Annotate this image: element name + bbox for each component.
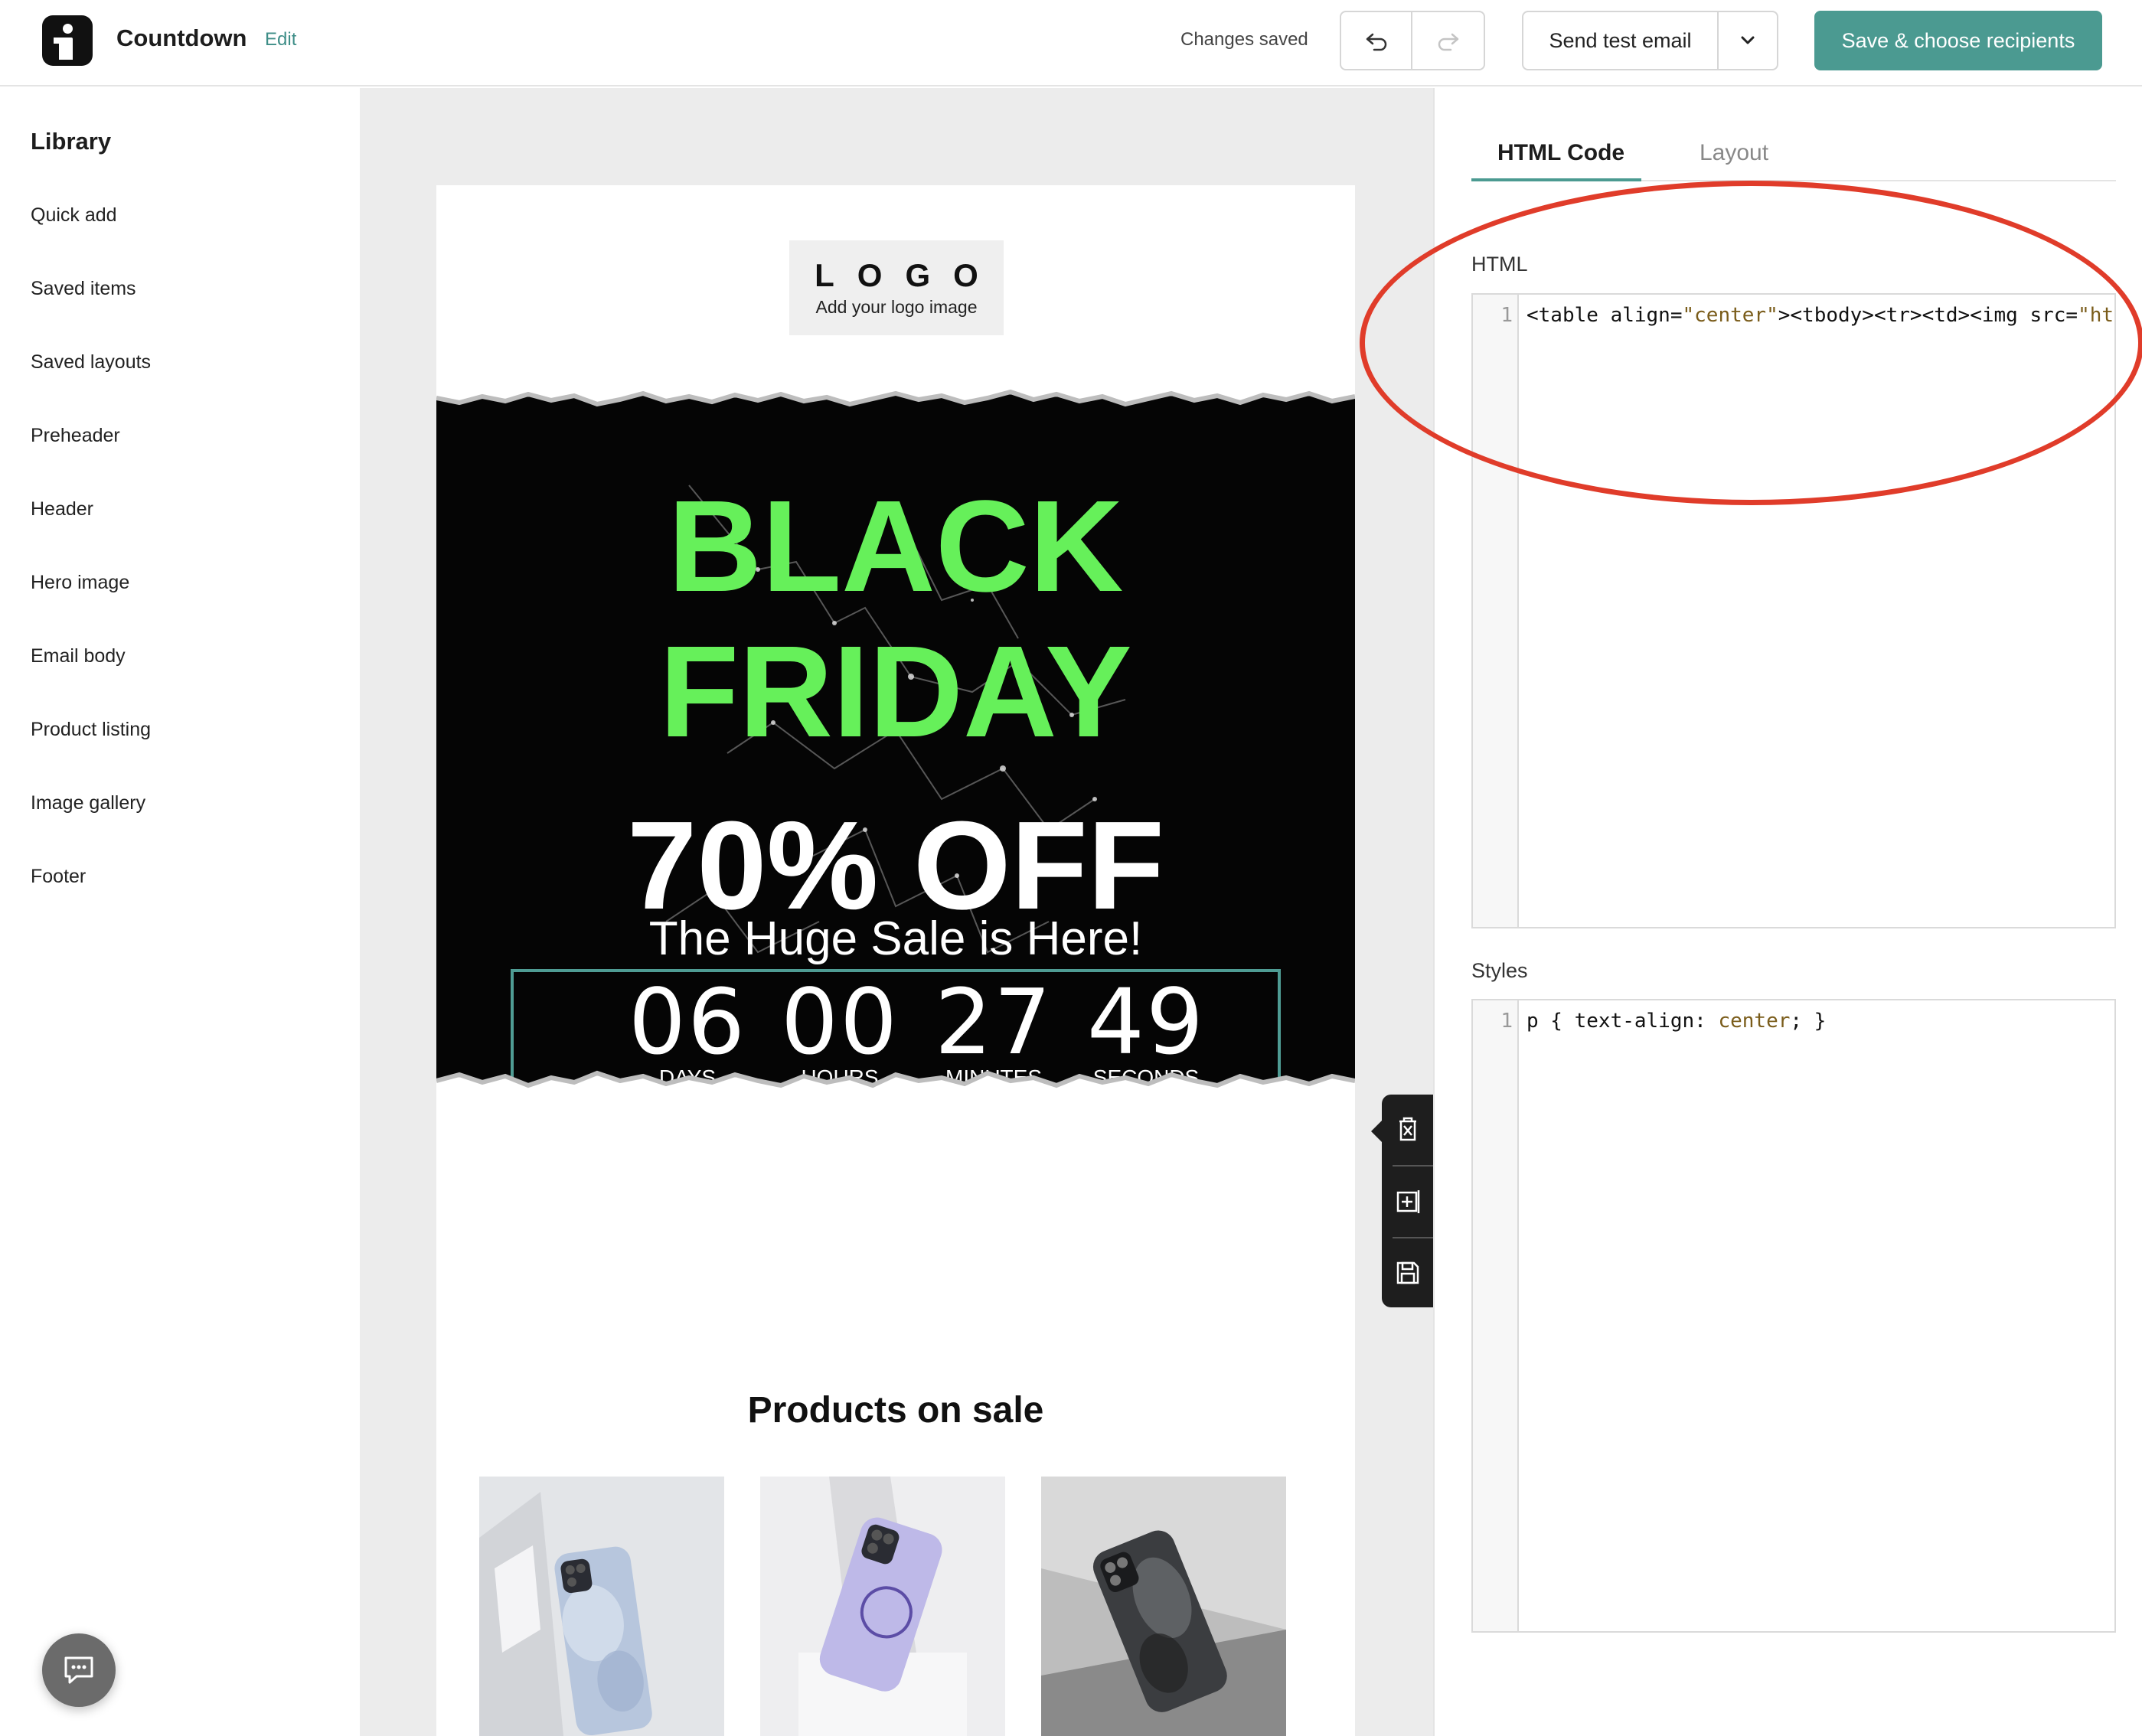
- product-image-1[interactable]: [479, 1477, 724, 1736]
- library-item-image-gallery[interactable]: Image gallery: [31, 792, 145, 814]
- library-item-preheader[interactable]: Preheader: [31, 425, 120, 447]
- countdown-days-value: 06: [628, 969, 747, 1075]
- campaign-title: Countdown: [116, 24, 247, 51]
- product-image-2[interactable]: [760, 1477, 1005, 1736]
- html-code-src-value: "ht: [2078, 304, 2114, 327]
- hero-black-text: BLACK: [668, 474, 1124, 619]
- send-options-dropdown[interactable]: [1719, 12, 1777, 69]
- styles-code-value: center: [1718, 1010, 1791, 1033]
- html-code-align-value: "center": [1682, 304, 1778, 327]
- logo-text: LOGO: [815, 257, 1001, 293]
- chevron-down-icon: [1741, 36, 1755, 44]
- html-line-number: 1: [1500, 304, 1513, 327]
- undo-button[interactable]: [1341, 12, 1412, 69]
- library-sidebar: Library Quick add Saved items Saved layo…: [0, 88, 360, 1736]
- save-choose-recipients-button[interactable]: Save & choose recipients: [1814, 11, 2102, 70]
- hero-block[interactable]: BLACK FRIDAY 70% OFF The Huge Sale is He…: [436, 370, 1355, 1105]
- html-code-line[interactable]: <table align="center"><tbody><tr><td><im…: [1527, 304, 2114, 327]
- library-item-hero-image[interactable]: Hero image: [31, 572, 129, 594]
- html-editor-gutter: 1: [1473, 295, 1519, 927]
- redo-icon: [1438, 33, 1458, 51]
- logo-placeholder[interactable]: LOGO Add your logo image: [789, 240, 1004, 335]
- html-code-editor[interactable]: 1 <table align="center"><tbody><tr><td><…: [1471, 293, 2116, 928]
- countdown-hours-value: 00: [780, 969, 900, 1075]
- top-bar: Countdown Edit Changes saved Send test e…: [0, 0, 2142, 86]
- tab-html-code[interactable]: HTML Code: [1497, 140, 1624, 166]
- send-test-email-button[interactable]: Send test email: [1523, 12, 1719, 69]
- styles-line-number: 1: [1500, 1010, 1513, 1033]
- logo-hint: Add your logo image: [815, 297, 978, 317]
- library-item-footer[interactable]: Footer: [31, 866, 86, 888]
- tab-layout[interactable]: Layout: [1700, 140, 1768, 166]
- torn-paper-bottom: [436, 1070, 1355, 1105]
- countdown-seconds-value: 49: [1086, 969, 1206, 1075]
- block-toolbar: [1371, 1095, 1434, 1307]
- library-item-header[interactable]: Header: [31, 498, 93, 520]
- email-canvas: LOGO Add your logo image BLACK FRIDAY 70…: [360, 88, 1433, 1736]
- chat-button[interactable]: [42, 1633, 116, 1707]
- countdown-minutes-value: 27: [934, 969, 1053, 1075]
- html-section-label: HTML: [1471, 253, 1528, 276]
- edit-title-link[interactable]: Edit: [265, 29, 296, 51]
- html-code-tags: ><tbody><tr><td><img src=: [1778, 304, 2078, 327]
- panel-tabs: HTML Code Layout: [1471, 134, 2116, 181]
- hero-friday-text: FRIDAY: [659, 619, 1132, 765]
- code-panel: HTML Code Layout HTML 1 <table align="ce…: [1433, 88, 2142, 1736]
- library-item-saved-items[interactable]: Saved items: [31, 278, 136, 300]
- products-title: Products on sale: [747, 1390, 1044, 1431]
- chat-icon: [64, 1656, 93, 1684]
- duplicate-block-button[interactable]: [1382, 1167, 1434, 1235]
- styles-section-label: Styles: [1471, 959, 1528, 982]
- library-item-product-listing[interactable]: Product listing: [31, 719, 151, 741]
- active-tab-indicator: [1471, 178, 1641, 181]
- styles-editor-gutter: 1: [1473, 1000, 1519, 1631]
- html-code-tag-open: <table align=: [1527, 304, 1683, 327]
- styles-code-selector: p { text-align:: [1527, 1010, 1719, 1033]
- library-title: Library: [31, 128, 112, 155]
- library-item-saved-layouts[interactable]: Saved layouts: [31, 351, 151, 374]
- library-item-quick-add[interactable]: Quick add: [31, 204, 117, 227]
- styles-code-line[interactable]: p { text-align: center; }: [1527, 1010, 1826, 1033]
- delete-block-icon: [1399, 1117, 1416, 1141]
- library-item-email-body[interactable]: Email body: [31, 645, 126, 667]
- save-block-icon: [1396, 1261, 1419, 1284]
- duplicate-block-icon: [1396, 1190, 1420, 1213]
- email-preview: LOGO Add your logo image BLACK FRIDAY 70…: [436, 185, 1355, 1736]
- save-status: Changes saved: [1180, 29, 1308, 50]
- hero-discount-text: 70% OFF: [627, 795, 1164, 935]
- product-image-3[interactable]: [1041, 1477, 1286, 1736]
- redo-button[interactable]: [1412, 12, 1484, 69]
- save-block-button[interactable]: [1382, 1238, 1434, 1307]
- undo-icon: [1366, 33, 1386, 51]
- hero-tagline: The Huge Sale is Here!: [648, 912, 1143, 965]
- styles-code-end: ; }: [1790, 1010, 1827, 1033]
- app-logo-icon[interactable]: [42, 15, 93, 66]
- styles-code-editor[interactable]: 1 p { text-align: center; }: [1471, 999, 2116, 1633]
- delete-block-button[interactable]: [1382, 1095, 1434, 1163]
- send-test-group: Send test email: [1522, 11, 1778, 70]
- undo-redo-group: [1340, 11, 1485, 70]
